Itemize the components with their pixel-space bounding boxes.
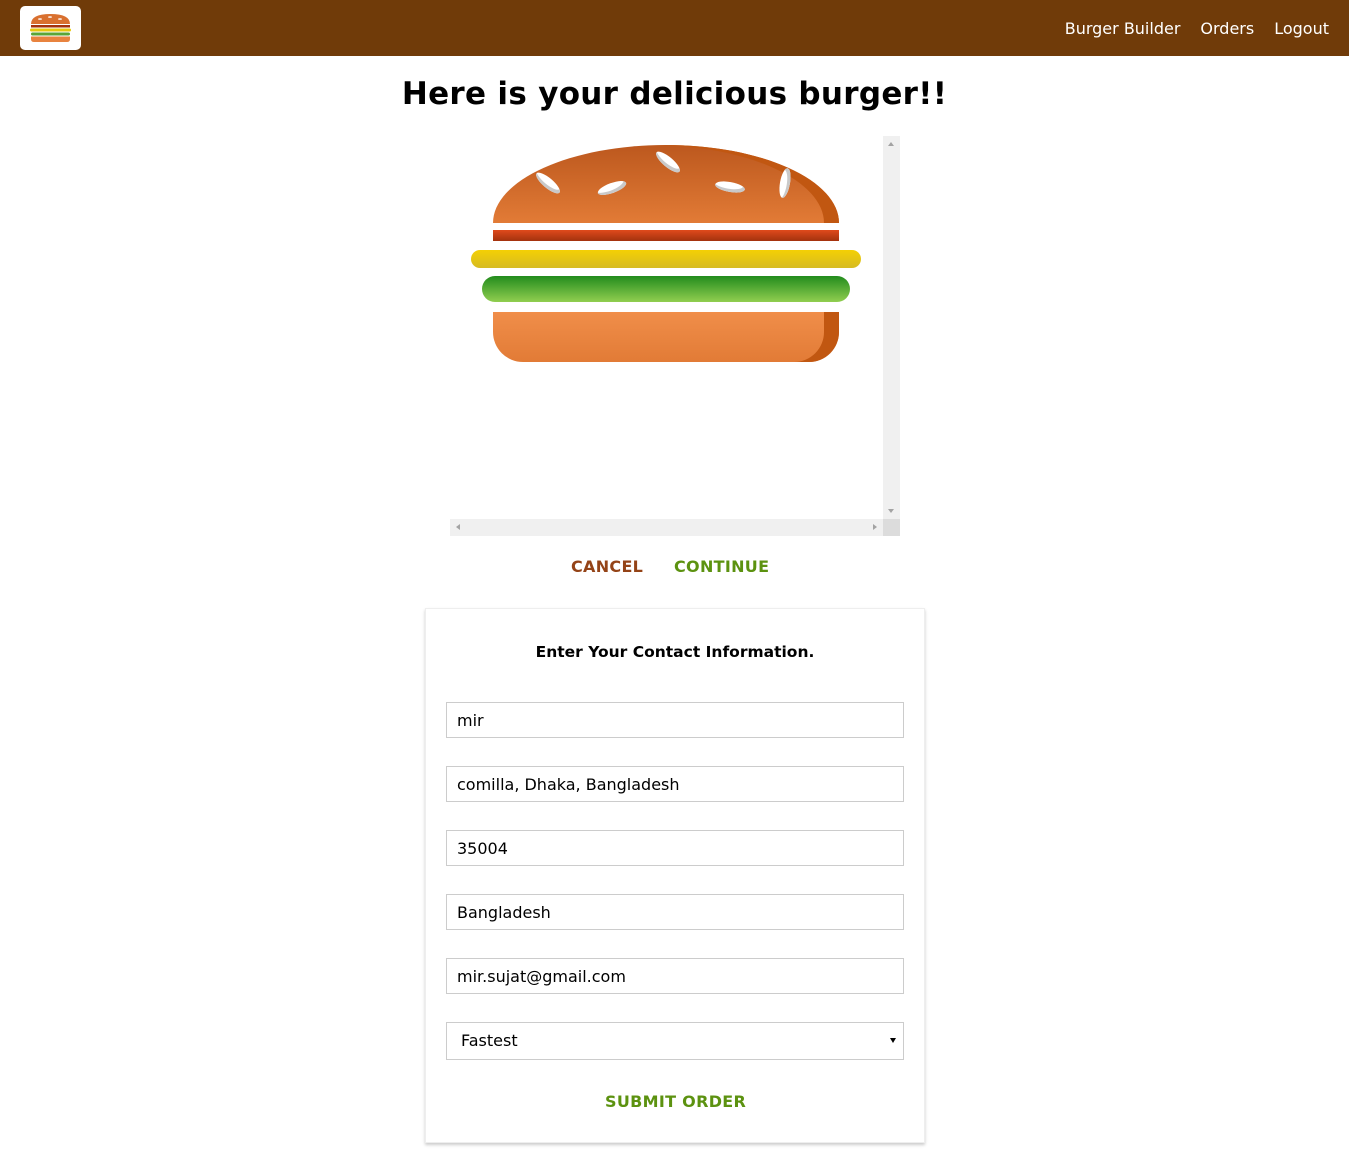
nav-orders[interactable]: Orders — [1200, 19, 1254, 38]
delivery-method-select[interactable]: Fastest — [446, 1022, 904, 1060]
page-title: Here is your delicious burger!! — [401, 76, 948, 112]
scroll-left-arrow-icon[interactable] — [456, 524, 460, 530]
horizontal-scrollbar[interactable] — [450, 519, 883, 536]
vertical-scrollbar[interactable] — [883, 136, 900, 519]
bread-top — [493, 145, 839, 223]
country-input[interactable] — [446, 894, 904, 930]
salad-layer — [482, 276, 850, 302]
submit-order-button[interactable]: SUBMIT ORDER — [605, 1092, 746, 1111]
nav-menu: Burger Builder Orders Logout — [1045, 0, 1329, 56]
scroll-down-arrow-icon[interactable] — [888, 509, 894, 513]
delivery-method-value: Fastest — [461, 1031, 518, 1050]
dropdown-caret-icon — [890, 1038, 896, 1043]
nav-logout[interactable]: Logout — [1274, 19, 1329, 38]
zip-code-input[interactable] — [446, 830, 904, 866]
scroll-up-arrow-icon[interactable] — [888, 142, 894, 146]
name-input[interactable] — [446, 702, 904, 738]
contact-form-title: Enter Your Contact Information. — [535, 643, 815, 661]
nav-burger-builder[interactable]: Burger Builder — [1065, 19, 1181, 38]
scrollbar-corner — [883, 519, 900, 536]
seed — [596, 178, 628, 198]
cheese-layer — [471, 250, 861, 268]
toolbar: Burger Builder Orders Logout — [0, 0, 1349, 56]
seed — [653, 148, 683, 176]
cancel-button[interactable]: CANCEL — [571, 557, 643, 576]
meat-layer — [493, 230, 839, 241]
street-input[interactable] — [446, 766, 904, 802]
scroll-right-arrow-icon[interactable] — [873, 524, 877, 530]
seed — [777, 167, 793, 199]
continue-button[interactable]: CONTINUE — [674, 557, 769, 576]
bread-bottom — [493, 312, 839, 362]
seed — [714, 179, 746, 195]
burger-icon — [30, 14, 71, 42]
burger-preview — [450, 136, 900, 536]
email-input[interactable] — [446, 958, 904, 994]
contact-form: Enter Your Contact Information. Fastest … — [425, 608, 925, 1143]
seed — [533, 169, 563, 197]
burger-logo-icon[interactable] — [20, 6, 81, 50]
